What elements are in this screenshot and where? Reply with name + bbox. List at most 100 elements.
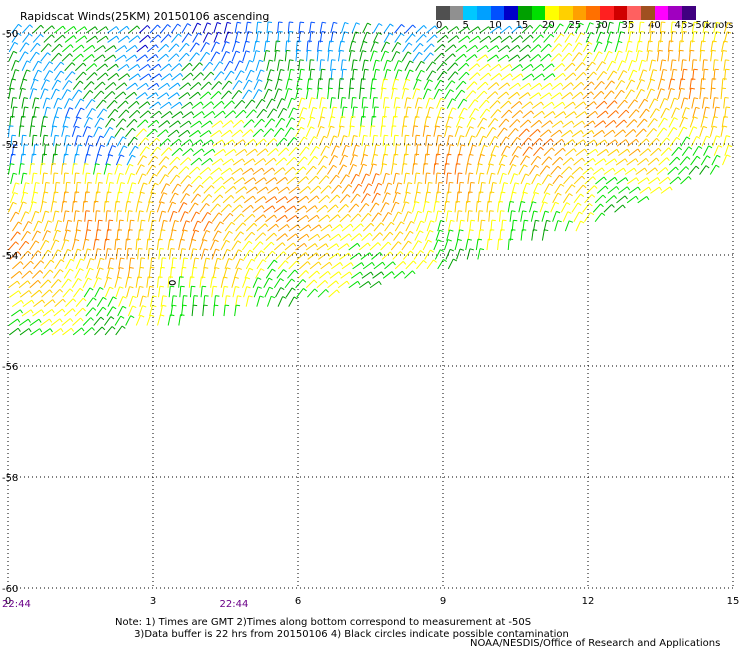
wind-barb xyxy=(106,136,112,147)
wind-barb-flag xyxy=(221,139,225,144)
wind-barb xyxy=(554,111,564,119)
wind-barb-flag xyxy=(35,240,40,244)
wind-barb xyxy=(202,61,211,72)
wind-barb-flag xyxy=(426,172,431,175)
wind-barb xyxy=(75,35,85,43)
wind-barb xyxy=(266,59,270,71)
wind-barb-flag xyxy=(726,135,731,138)
wind-barb xyxy=(167,276,170,288)
wind-barb-flag xyxy=(150,314,155,317)
wind-barb xyxy=(160,147,170,156)
wind-barb-flag xyxy=(359,271,363,276)
wind-barb-flag xyxy=(389,23,394,27)
wind-barb-flag xyxy=(68,80,73,84)
wind-barb xyxy=(437,259,444,270)
wind-barb-flag xyxy=(598,41,603,45)
wind-barb-flag xyxy=(397,241,402,245)
wind-barb-flag xyxy=(109,182,114,184)
wind-barb xyxy=(106,267,111,279)
wind-barb xyxy=(574,139,584,147)
wind-barb-flag xyxy=(513,173,518,176)
wind-barb xyxy=(575,72,584,81)
wind-barb-flag xyxy=(523,191,528,194)
wind-barb xyxy=(158,192,164,204)
wind-barb-flag xyxy=(33,88,38,91)
wind-barb xyxy=(562,120,572,128)
wind-barb xyxy=(29,201,34,213)
wind-barb-flag xyxy=(605,149,609,153)
wind-barb-flag xyxy=(209,176,214,180)
wind-barb-flag xyxy=(120,127,125,131)
wind-barb-flag xyxy=(45,79,50,82)
wind-barb-flag xyxy=(658,40,664,42)
wind-barb-flag xyxy=(15,211,20,215)
wind-barb xyxy=(233,195,243,204)
wind-barb-flag xyxy=(711,87,716,90)
wind-barb-flag xyxy=(300,126,305,130)
wind-barb xyxy=(103,316,112,326)
wind-barb xyxy=(318,175,327,185)
map-grid xyxy=(7,32,734,589)
wind-barb xyxy=(660,186,671,194)
wind-barb xyxy=(83,327,93,336)
wind-barb-flag xyxy=(244,186,248,191)
wind-barb xyxy=(8,125,10,137)
wind-barb xyxy=(71,163,75,175)
wind-barb-flag xyxy=(17,32,22,36)
wind-barb-flag xyxy=(226,239,230,243)
wind-barb-flag xyxy=(701,40,706,43)
wind-barb-flag xyxy=(346,280,350,285)
wind-barb-flag xyxy=(273,138,278,142)
wind-barb xyxy=(159,101,170,109)
wind-barb xyxy=(390,201,397,213)
wind-barb-flag xyxy=(116,200,121,203)
wind-barb xyxy=(564,148,575,157)
wind-barb-flag xyxy=(548,156,553,160)
wind-barb-flag xyxy=(254,148,258,153)
wind-barb-flag xyxy=(258,31,263,33)
wind-barb-flag xyxy=(102,45,106,50)
wind-barb xyxy=(507,128,516,138)
wind-barb-flag xyxy=(397,41,402,45)
wind-barb-flag xyxy=(72,308,76,312)
wind-barb xyxy=(561,52,570,62)
wind-barb xyxy=(509,173,515,185)
wind-barb xyxy=(518,128,527,138)
wind-barb-flag xyxy=(672,21,677,24)
wind-barb xyxy=(563,175,572,185)
wind-barb-flag xyxy=(41,299,45,304)
wind-barb xyxy=(433,163,436,175)
wind-barb xyxy=(125,127,133,138)
wind-barb xyxy=(149,295,154,307)
wind-barb xyxy=(50,125,54,137)
wind-barb-flag xyxy=(560,33,565,37)
wind-barb xyxy=(50,239,56,251)
wind-barb-flag xyxy=(12,201,17,205)
wind-barb-flag xyxy=(190,276,195,278)
wind-barb xyxy=(542,63,553,72)
wind-barb-flag xyxy=(111,117,116,122)
wind-barb xyxy=(286,156,295,166)
wind-barb-flag xyxy=(728,144,733,148)
wind-barb xyxy=(722,135,727,147)
wind-barb-flag xyxy=(147,110,152,115)
wind-barb-flag xyxy=(526,128,530,133)
wind-barb-flag xyxy=(340,125,345,128)
wind-barb-flag xyxy=(496,45,500,50)
wind-barb-flag xyxy=(346,194,351,198)
wind-barb xyxy=(636,79,642,90)
wind-barb xyxy=(210,51,217,62)
wind-barb-flag xyxy=(533,229,538,231)
wind-barb-flag xyxy=(670,87,675,91)
wind-barb-flag xyxy=(124,82,128,87)
wind-barb-flag xyxy=(338,271,342,276)
wind-barb-flag xyxy=(635,195,639,200)
wind-barb-flag xyxy=(311,21,316,24)
wind-barb xyxy=(476,90,485,100)
wind-barb-flag xyxy=(646,177,650,182)
wind-barb-flag xyxy=(449,116,454,119)
wind-barb-flag xyxy=(440,97,445,101)
wind-barb xyxy=(362,32,368,43)
wind-barb xyxy=(179,82,189,91)
wind-barb xyxy=(616,195,626,204)
